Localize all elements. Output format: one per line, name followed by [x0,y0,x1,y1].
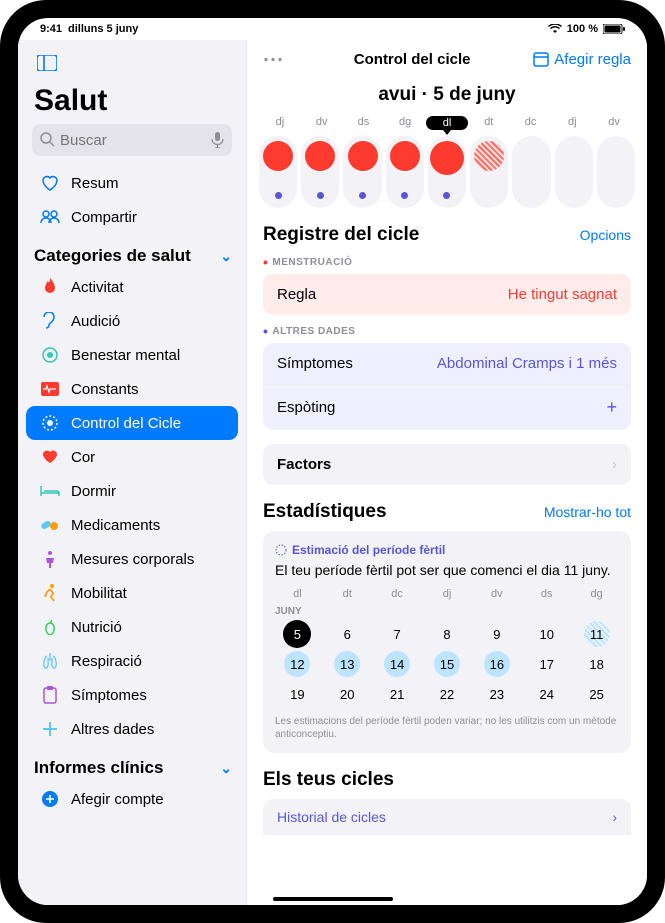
add-period-button[interactable]: Afegir regla [533,51,631,68]
people-icon [40,210,60,224]
sidebar-control-cicle[interactable]: Control del Cicle [26,406,238,440]
chevron-down-icon: ⌄ [220,760,232,777]
page-title: Control del cicle [354,51,471,68]
sidebar-mesures[interactable]: Mesures corporals [26,542,238,576]
wifi-icon [548,24,562,34]
sidebar-simptomes[interactable]: Símptomes [26,678,238,712]
mobility-icon [43,584,57,602]
day-pill[interactable] [386,136,424,208]
search-input[interactable] [32,124,232,156]
home-indicator[interactable] [273,897,393,901]
battery-icon [603,24,625,34]
mindfulness-icon [41,346,59,364]
sidebar-resum[interactable]: Resum [26,166,238,200]
month-label: JUNY [275,606,619,617]
sidebar-constants[interactable]: Constants [26,372,238,406]
date-title: avui · 5 de juny [247,76,647,116]
status-time: 9:41 [40,23,62,35]
chevron-right-icon: › [612,809,617,825]
ear-icon [43,312,57,330]
history-link[interactable]: Historial de cicles › [263,799,631,835]
week-strip[interactable]: dj dv ds dg dl dt dc dj dv [247,116,647,208]
cycles-title: Els teus cicles [263,769,394,791]
day-pill[interactable] [301,136,339,208]
app-title: Salut [18,78,246,124]
stats-title: Estadístiques [263,501,387,523]
spotting-row[interactable]: Espòting + [263,385,631,430]
mic-icon[interactable] [211,132,224,148]
status-date: dilluns 5 juny [68,23,138,35]
search-icon [40,132,55,147]
calendar-icon [533,51,549,67]
sidebar-cor[interactable]: Cor [26,440,238,474]
plus-circle-icon [41,790,59,808]
day-pill[interactable] [512,136,550,208]
main-content: Control del cicle Afegir regla avui · 5 … [246,40,647,905]
factors-row[interactable]: Factors › [263,444,631,485]
options-link[interactable]: Opcions [580,227,631,243]
heart-outline-icon [41,175,59,191]
cal-day-today[interactable]: 5 [284,621,310,647]
day-pill[interactable] [470,136,508,208]
day-pill[interactable] [343,136,381,208]
plus-data-icon [42,721,58,737]
vitals-icon [41,382,59,396]
clinical-header[interactable]: Informes clínics ⌄ [18,746,246,782]
period-row[interactable]: Regla He tingut sagnat [263,274,631,315]
lungs-icon [41,653,59,669]
symptoms-row[interactable]: Símptomes Abdominal Cramps i 1 més [263,343,631,385]
sidebar-medicaments[interactable]: Medicaments [26,508,238,542]
day-pill[interactable] [555,136,593,208]
sidebar: Salut Resum Compartir Categories de salu… [18,40,246,905]
pills-icon [41,518,59,532]
today-badge: dl [426,116,468,130]
chevron-down-icon: ⌄ [220,248,232,265]
disclaimer: Les estimacions del període fèrtil poden… [275,715,619,741]
heart-icon [42,450,58,464]
other-data-label: ALTRES DADES [263,323,631,339]
sidebar-item-label: Resum [71,175,119,192]
menstruation-label: MENSTRUACIÓ [263,254,631,270]
sidebar-audicio[interactable]: Audició [26,304,238,338]
day-pill[interactable] [259,136,297,208]
battery-pct: 100 % [567,23,598,35]
sidebar-altres[interactable]: Altres dades [26,712,238,746]
chevron-right-icon: › [612,456,617,473]
sidebar-icon [37,55,57,71]
apple-icon [43,619,57,635]
show-all-link[interactable]: Mostrar-ho tot [544,504,631,520]
log-title: Registre del cicle [263,224,419,246]
sidebar-activitat[interactable]: Activitat [26,270,238,304]
sidebar-benestar[interactable]: Benestar mental [26,338,238,372]
status-bar: 9:41 dilluns 5 juny 100 % [18,18,647,40]
sidebar-respiracio[interactable]: Respiració [26,644,238,678]
plus-icon: + [606,397,617,418]
categories-header[interactable]: Categories de salut ⌄ [18,234,246,270]
sidebar-item-label: Compartir [71,209,137,226]
day-pill-today[interactable] [428,136,466,208]
fertile-card[interactable]: Estimació del període fèrtil El teu perí… [263,531,631,753]
toggle-sidebar-button[interactable] [32,48,62,78]
sidebar-add-account[interactable]: Afegir compte [26,782,238,816]
bed-icon [40,485,60,497]
cycle-icon [41,414,59,432]
sidebar-mobilitat[interactable]: Mobilitat [26,576,238,610]
sidebar-dormir[interactable]: Dormir [26,474,238,508]
more-button[interactable] [263,50,291,68]
fertile-text: El teu període fèrtil pot ser que comenc… [275,562,619,578]
cycle-small-icon [275,544,287,556]
body-icon [43,550,57,568]
ellipsis-icon [263,57,283,62]
day-pill[interactable] [597,136,635,208]
sidebar-nutricio[interactable]: Nutrició [26,610,238,644]
flame-icon [43,278,57,296]
sidebar-compartir[interactable]: Compartir [26,200,238,234]
clipboard-icon [43,686,57,704]
